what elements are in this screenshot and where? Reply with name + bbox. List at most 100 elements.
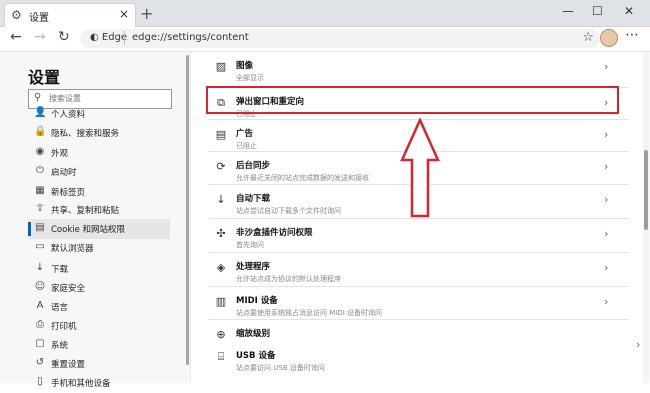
- content-setting-row[interactable]: ⌸ USB 设备 站点要访问 USB 设备时询问: [191, 347, 631, 377]
- sidebar-item-icon: ▤: [35, 222, 45, 233]
- sidebar-item[interactable]: ◉ 外观: [28, 143, 170, 163]
- new-tab-button[interactable]: +: [140, 4, 153, 23]
- content-scrollbar-thumb[interactable]: [644, 150, 648, 230]
- sidebar-item[interactable]: ⎙ 打印机: [28, 316, 170, 336]
- tab-close-button[interactable]: ×: [119, 7, 129, 21]
- sidebar-item[interactable]: ▢ 系统: [28, 335, 170, 355]
- maximize-button[interactable]: ☐: [592, 4, 603, 18]
- sidebar-item-label: 新标签页: [51, 188, 86, 198]
- sidebar-item-icon: ▭: [35, 241, 45, 252]
- setting-title: MIDI 设备: [236, 296, 278, 306]
- setting-icon: ▨: [215, 60, 227, 73]
- settings-sidebar: 设置 ⚲ 👤 个人资料 🔒 隐私、搜索和服务 ◉ 外观 ⏻ 启动时 ▦ 新标签页 ⇪ 共享、复制和粘贴…: [0, 52, 191, 389]
- chevron-right-icon[interactable]: ›: [604, 295, 608, 308]
- setting-title: USB 设备: [236, 351, 276, 361]
- chevron-right-icon[interactable]: ›: [636, 338, 640, 351]
- row-divider: [209, 252, 629, 253]
- sidebar-item-label: 打印机: [51, 322, 77, 332]
- sidebar-item[interactable]: 🔒 隐私、搜索和服务: [28, 123, 170, 143]
- sidebar-item[interactable]: ⇪ 共享、复制和粘贴: [28, 200, 170, 220]
- setting-title: 自动下载: [236, 194, 271, 204]
- setting-subtitle: 已阻止: [236, 142, 257, 150]
- forward-button[interactable]: →: [34, 29, 46, 45]
- chevron-right-icon[interactable]: ›: [604, 60, 608, 73]
- setting-title: 非沙盒插件访问权限: [236, 228, 313, 238]
- close-window-button[interactable]: ✕: [624, 4, 634, 18]
- sidebar-title: 设置: [28, 68, 61, 87]
- setting-subtitle: 全部显示: [236, 74, 264, 82]
- sidebar-item-icon: ▦: [35, 185, 45, 196]
- search-icon: ⚲: [34, 92, 42, 103]
- chevron-right-icon[interactable]: ›: [604, 128, 608, 141]
- sidebar-item-icon: ☺: [34, 281, 46, 292]
- more-menu-button[interactable]: ⋯: [625, 27, 639, 43]
- sidebar-item-label: 隐私、搜索和服务: [51, 129, 120, 139]
- sidebar-item-label: 手机和其他设备: [51, 379, 111, 389]
- chevron-right-icon[interactable]: ›: [604, 261, 608, 274]
- back-button[interactable]: ←: [10, 29, 22, 45]
- sidebar-item[interactable]: ☺ 家庭安全: [28, 278, 170, 298]
- sidebar-item-icon: ⇪: [35, 203, 45, 214]
- sidebar-item[interactable]: ▭ 默认浏览器: [28, 238, 170, 258]
- setting-icon: ▤: [215, 128, 227, 141]
- sidebar-item-icon: A: [36, 300, 44, 311]
- favorite-star-icon[interactable]: ☆: [582, 30, 594, 45]
- chevron-right-icon[interactable]: ›: [604, 193, 608, 206]
- sidebar-item-label: Cookie 和网站权限: [51, 225, 126, 235]
- setting-title: 后台同步: [236, 161, 271, 171]
- setting-title: 广告: [236, 129, 254, 139]
- sidebar-item[interactable]: 👤 个人资料: [28, 104, 170, 124]
- content-setting-row[interactable]: ▥ MIDI 设备站点要使用系统独占消息访问 MIDI 设备时询问 ›: [191, 292, 631, 322]
- sidebar-item[interactable]: ▯ 手机和其他设备: [28, 373, 170, 393]
- content-setting-row[interactable]: ◈ 处理程序 允许站点成为协议的默认处理程序 ›: [191, 258, 631, 288]
- profile-avatar[interactable]: [600, 29, 618, 47]
- sidebar-item-icon: 🔒: [34, 126, 47, 137]
- setting-icon: ▥: [215, 295, 227, 308]
- setting-subtitle: 首先询问: [236, 241, 264, 249]
- url-text[interactable]: edge://settings/content: [132, 32, 249, 43]
- sidebar-item[interactable]: ⏻ 启动时: [28, 162, 170, 182]
- content-setting-row[interactable]: ✣ 非沙盒插件访问权限 首先询问 ›: [191, 224, 631, 254]
- edge-icon: ◐: [90, 32, 99, 43]
- gear-icon: ⚙: [11, 8, 22, 22]
- address-separator: [124, 31, 125, 45]
- refresh-button[interactable]: ↻: [58, 29, 70, 45]
- sidebar-scrollbar[interactable]: [186, 55, 189, 365]
- annotation-arrow: [400, 118, 440, 218]
- setting-subtitle: 站点尝试自动下载多个文件时询问: [236, 207, 341, 215]
- sidebar-item[interactable]: ↺ 重置设置: [28, 354, 170, 374]
- content-setting-row[interactable]: ▨ 图像全部显示 ›: [191, 57, 631, 87]
- setting-title: 缩放级别: [236, 329, 271, 339]
- setting-icon: ◈: [216, 261, 226, 274]
- row-divider: [209, 218, 629, 219]
- sidebar-item-icon: 👤: [34, 107, 47, 118]
- sidebar-item[interactable]: A 语言: [28, 297, 170, 317]
- sidebar-item-label: 家庭安全: [51, 284, 86, 294]
- setting-subtitle: 允许最近关闭的站点完成数据的发送和接收: [236, 174, 369, 182]
- setting-icon: ⊕: [216, 328, 226, 341]
- sidebar-item-label: 下载: [51, 265, 69, 275]
- row-divider: [209, 286, 629, 287]
- tab-settings[interactable]: ⚙ 设置 ×: [4, 3, 136, 27]
- sidebar-item-icon: ▯: [37, 376, 43, 387]
- tab-label: 设置: [29, 13, 49, 24]
- sidebar-item-icon: ⎙: [36, 319, 44, 330]
- setting-subtitle: 站点要访问 USB 设备时询问: [236, 364, 325, 372]
- sidebar-item-icon: ◉: [35, 146, 45, 157]
- highlight-box: [206, 86, 619, 114]
- chevron-right-icon[interactable]: ›: [604, 227, 608, 240]
- site-identity[interactable]: ◐ Edge: [90, 32, 127, 43]
- setting-icon: ✣: [216, 227, 226, 240]
- setting-subtitle: 站点要使用系统独占消息访问 MIDI 设备时询问: [236, 309, 383, 317]
- minimize-button[interactable]: —: [562, 4, 574, 18]
- address-bar[interactable]: ◐ Edge edge://settings/content ☆: [80, 29, 600, 48]
- sidebar-item[interactable]: ↓ 下载: [28, 259, 170, 279]
- sidebar-item-label: 系统: [51, 341, 69, 351]
- row-divider: [209, 319, 629, 320]
- chevron-right-icon[interactable]: ›: [604, 160, 608, 173]
- sidebar-item-icon: ⏻: [36, 165, 44, 176]
- sidebar-item-icon: ↺: [35, 357, 45, 368]
- sidebar-item[interactable]: ▤ Cookie 和网站权限: [28, 219, 170, 239]
- setting-title: 图像: [236, 61, 254, 71]
- sidebar-item[interactable]: ▦ 新标签页: [28, 182, 170, 202]
